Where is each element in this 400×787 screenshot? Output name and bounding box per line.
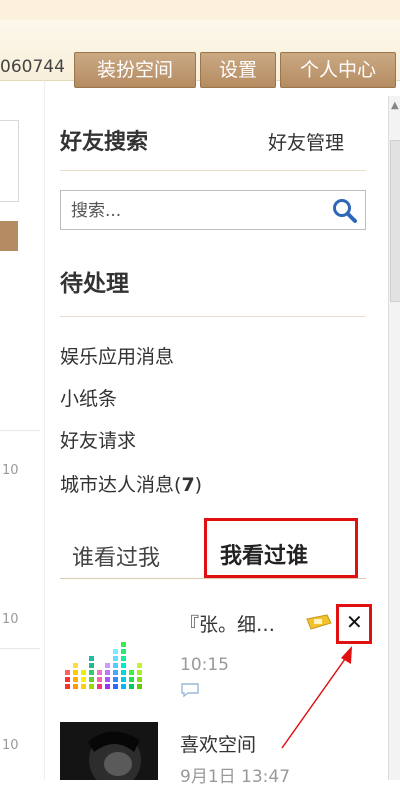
pending-item-city-expert[interactable]: 城市达人消息(7) xyxy=(60,470,202,497)
pending-item-friend-requests[interactable]: 好友请求 xyxy=(60,426,136,453)
divider xyxy=(0,648,40,649)
search-icon[interactable] xyxy=(331,197,359,225)
dress-space-button[interactable]: 装扮空间 xyxy=(74,52,196,88)
visitor-photo-icon xyxy=(60,722,158,780)
scrollbar-thumb[interactable] xyxy=(390,140,400,302)
left-count: 10 xyxy=(2,612,19,627)
vip-badge-icon xyxy=(306,614,332,630)
comment-icon[interactable] xyxy=(180,682,200,698)
annotation-highlight xyxy=(204,518,358,578)
top-toolbar: 060744 装扮空间 设置 个人中心 xyxy=(0,20,400,88)
visitor-avatar[interactable] xyxy=(60,612,160,707)
friend-search-box xyxy=(60,190,366,230)
pending-item-label: 城市达人消息 xyxy=(60,474,175,496)
annotation-highlight xyxy=(336,604,372,644)
tab-underline xyxy=(60,578,366,579)
divider xyxy=(60,316,366,317)
divider xyxy=(0,430,40,431)
visit-time: 10:15 xyxy=(180,655,229,675)
pending-item-entertainment[interactable]: 娱乐应用消息 xyxy=(60,342,174,369)
friend-search-title: 好友搜索 xyxy=(60,130,149,155)
settings-button[interactable]: 设置 xyxy=(200,52,276,88)
top-strip xyxy=(0,0,400,20)
visit-time: 9月1日 13:47 xyxy=(180,767,291,787)
visitor-avatar[interactable] xyxy=(60,722,158,780)
pending-title: 待处理 xyxy=(60,271,129,297)
tab-who-viewed-me[interactable]: 谁看过我 xyxy=(72,540,160,572)
left-panel-button[interactable] xyxy=(0,221,18,251)
divider xyxy=(60,170,366,171)
left-panel-box xyxy=(0,120,19,202)
friend-search-input[interactable] xyxy=(69,195,323,227)
pending-item-notes[interactable]: 小纸条 xyxy=(60,384,117,411)
pending-count: 7 xyxy=(181,474,195,496)
friend-manage-link[interactable]: 好友管理 xyxy=(268,128,344,155)
left-count: 10 xyxy=(2,738,19,753)
panel-divider xyxy=(44,80,45,780)
visitor-name[interactable]: 喜欢空间 xyxy=(180,730,256,757)
left-count: 10 xyxy=(2,463,19,478)
left-panel: 10 10 10 xyxy=(0,80,42,780)
scroll-up-arrow-icon[interactable]: ▲ xyxy=(391,100,399,111)
visitor-name[interactable]: 『张。细… xyxy=(180,610,275,637)
personal-center-button[interactable]: 个人中心 xyxy=(280,52,396,88)
user-id: 060744 xyxy=(0,57,65,77)
